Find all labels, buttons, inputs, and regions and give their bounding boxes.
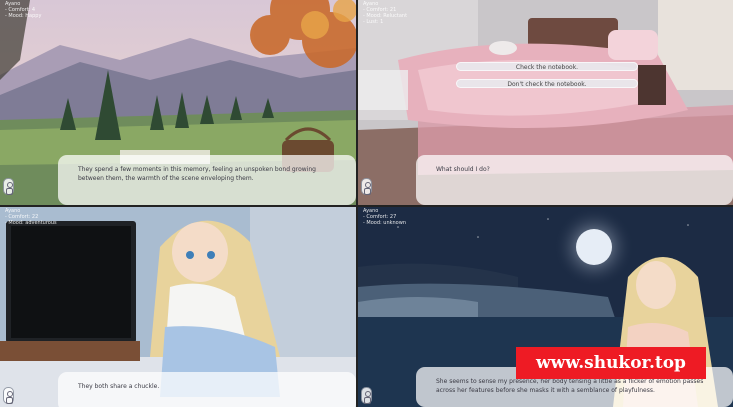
stat-line: - Lust: 1 xyxy=(363,19,384,25)
choice-check-notebook[interactable]: Check the notebook. xyxy=(456,62,638,71)
dialogue-text: They both share a chuckle. xyxy=(78,383,160,390)
watermark-banner: www.shukor.top xyxy=(516,347,706,379)
quick-menu-icon[interactable] xyxy=(361,387,372,404)
scene-panel-living-room: Ayano - Comfort: 22 - Mood: adventurous … xyxy=(0,207,356,407)
stat-line: - Mood: adventurous xyxy=(5,220,57,226)
quick-menu-icon[interactable] xyxy=(3,387,14,404)
dialogue-text: What should I do? xyxy=(436,166,490,173)
dialogue-box[interactable]: They spend a few moments in this memory,… xyxy=(58,155,356,205)
character-stats: Ayano - Comfort: 21 - Mood: Reluctant - … xyxy=(363,1,407,25)
character-stats: Ayano - Comfort: 4 - Mood: Happy xyxy=(5,1,41,19)
quick-menu-icon[interactable] xyxy=(3,178,14,195)
scene-panel-bedroom: Ayano - Comfort: 21 - Mood: Reluctant - … xyxy=(358,0,733,205)
character-stats: Ayano - Comfort: 22 - Mood: adventurous xyxy=(5,208,57,226)
dialogue-box[interactable]: They both share a chuckle. xyxy=(58,372,356,407)
dialogue-text: She seems to sense my presence, her body… xyxy=(436,378,704,394)
stat-line: - Mood: Happy xyxy=(5,13,42,19)
dialogue-box[interactable]: What should I do? xyxy=(416,155,733,205)
stat-line: - Mood: unknown xyxy=(363,220,406,226)
dialogue-text: They spend a few moments in this memory,… xyxy=(78,166,316,182)
quick-menu-icon[interactable] xyxy=(361,178,372,195)
choice-dont-check-notebook[interactable]: Don't check the notebook. xyxy=(456,79,638,88)
character-stats: Ayano - Comfort: 27 - Mood: unknown xyxy=(363,208,406,226)
scene-panel-picnic: Ayano - Comfort: 4 - Mood: Happy They sp… xyxy=(0,0,356,205)
